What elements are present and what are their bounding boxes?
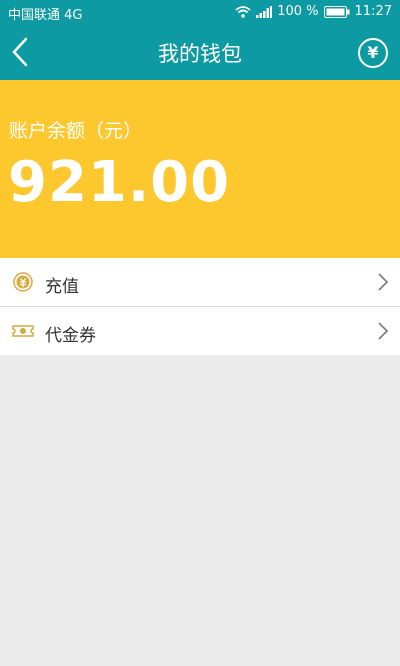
battery-percent: 100 % (277, 4, 319, 19)
balance-amount: 921.00 (8, 150, 231, 215)
status-bar: 中国联通 4G 100 % 11:27 (0, 0, 400, 24)
battery-icon (323, 5, 350, 18)
chevron-right-icon (378, 273, 389, 291)
wifi-icon (235, 5, 251, 18)
app-header: 我的钱包 ¥ (0, 24, 400, 80)
clock: 11:27 (354, 4, 392, 19)
balance-panel: 账户余额（元） 921.00 (0, 80, 400, 258)
chevron-right-icon (378, 322, 389, 340)
signal-icon (256, 5, 273, 18)
coin-icon (13, 272, 33, 292)
menu-item-recharge[interactable]: 充值 (0, 258, 400, 306)
status-right: 100 % 11:27 (235, 4, 392, 19)
yen-button[interactable]: ¥ (358, 38, 388, 68)
balance-label: 账户余额（元） (9, 120, 143, 142)
voucher-icon (12, 325, 34, 337)
yen-icon: ¥ (367, 43, 379, 62)
page-title: 我的钱包 (158, 42, 242, 66)
menu-item-label: 代金券 (45, 326, 96, 346)
menu-item-label: 充值 (45, 277, 79, 297)
menu-item-voucher[interactable]: 代金券 (0, 306, 400, 355)
wallet-menu: 充值 代金券 (0, 258, 400, 355)
carrier-label: 中国联通 4G (8, 8, 83, 23)
